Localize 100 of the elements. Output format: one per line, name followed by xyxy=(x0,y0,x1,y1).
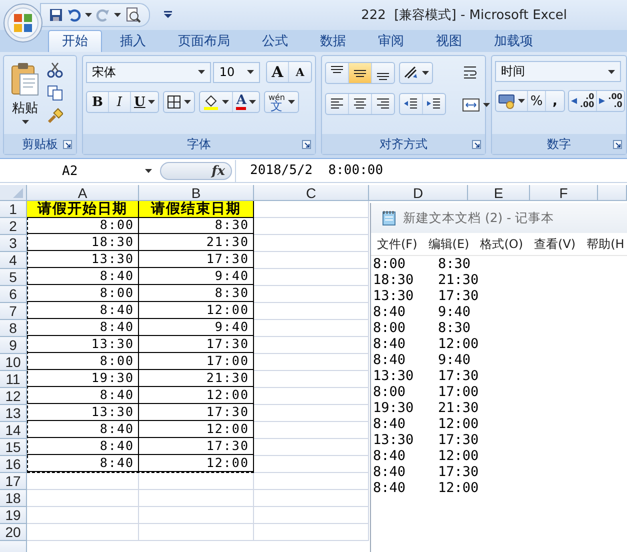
ribbon-tab[interactable]: 数据 xyxy=(306,30,360,52)
group-label: 对齐方式 xyxy=(380,136,428,152)
note-text: 17:00 xyxy=(438,384,479,400)
font-color-button[interactable]: A xyxy=(233,92,260,112)
name-box[interactable]: A2 xyxy=(0,160,160,182)
row-header[interactable]: 18 xyxy=(0,490,27,507)
table-cell: 17:30 xyxy=(139,336,254,353)
table-cell: 9:40 xyxy=(139,319,254,336)
note-text: 12:00 xyxy=(438,448,479,464)
row-header[interactable]: 12 xyxy=(0,388,27,405)
shrink-font-button[interactable]: A xyxy=(289,62,311,82)
table-cell: 8:00 xyxy=(27,285,139,302)
insert-function-button[interactable]: fx xyxy=(160,162,232,180)
row-header[interactable]: 2 xyxy=(0,218,27,235)
ribbon-tab[interactable]: 页面布局 xyxy=(164,30,244,52)
row-header[interactable]: 5 xyxy=(0,269,27,286)
comma-button[interactable]: , xyxy=(546,91,564,111)
column-header[interactable]: D xyxy=(369,185,468,201)
note-text: 8:00 xyxy=(373,256,407,272)
row-header[interactable]: 3 xyxy=(0,235,27,252)
note-text: 9:40 xyxy=(438,304,472,320)
decrease-decimal-button[interactable]: .00 .0 xyxy=(597,91,624,111)
table-cell: 12:00 xyxy=(139,455,254,472)
ribbon-tab[interactable]: 视图 xyxy=(422,30,476,52)
number-format-field[interactable]: 时间 xyxy=(495,61,621,82)
note-text: 8:40 xyxy=(373,352,407,368)
table-cell: 8:00 xyxy=(27,217,139,234)
note-text: 17:30 xyxy=(438,368,479,384)
formula-input[interactable]: 2018/5/2 8:00:00 xyxy=(235,160,627,182)
note-text: 8:40 xyxy=(373,448,407,464)
column-header[interactable]: B xyxy=(139,185,254,201)
note-text: 17:30 xyxy=(438,432,479,448)
column-header[interactable]: A xyxy=(27,185,139,201)
font-size-field[interactable]: 10 xyxy=(213,62,260,82)
table-cell: 13:30 xyxy=(27,404,139,421)
ribbon-tab[interactable]: 开始 xyxy=(48,30,102,52)
note-text: 8:30 xyxy=(438,256,472,272)
window-title: 222 [兼容模式] - Microsoft Excel xyxy=(361,7,567,24)
row-header[interactable]: 9 xyxy=(0,337,27,354)
note-text: 8:00 xyxy=(373,320,407,336)
phonetic-button[interactable]: wén 文 xyxy=(265,92,298,112)
note-text: 8:40 xyxy=(373,480,407,496)
row-header[interactable]: 19 xyxy=(0,507,27,524)
font-name-field[interactable]: 宋体 xyxy=(86,62,212,82)
row-header[interactable]: 15 xyxy=(0,439,27,456)
window-title: 新建文本文档 (2) - 记事本 xyxy=(403,210,554,226)
menu-item[interactable]: 编辑(E) xyxy=(422,236,474,252)
note-text: 12:00 xyxy=(438,480,479,496)
underline-button[interactable]: U xyxy=(131,92,158,112)
row-header[interactable]: 8 xyxy=(0,320,27,337)
note-text: 12:00 xyxy=(438,336,479,352)
table-cell: 8:30 xyxy=(139,285,254,302)
table-cell: 12:00 xyxy=(139,387,254,404)
bold-button[interactable]: B xyxy=(87,92,109,112)
row-header[interactable]: 1 xyxy=(0,201,27,218)
group-label: 剪贴板 xyxy=(22,136,58,152)
table-cell: 9:40 xyxy=(139,268,254,285)
table-cell: 21:30 xyxy=(139,370,254,387)
row-header[interactable]: 16 xyxy=(0,456,27,473)
table-cell: 19:30 xyxy=(27,370,139,387)
menu-item[interactable]: 格式(O) xyxy=(474,236,528,252)
note-text: 18:30 xyxy=(373,272,415,288)
table-cell: 8:40 xyxy=(27,319,139,336)
column-header[interactable]: F xyxy=(530,185,598,201)
column-header[interactable]: C xyxy=(254,185,369,201)
note-text: 8:40 xyxy=(373,416,407,432)
paste-button[interactable]: 粘贴 xyxy=(7,60,43,130)
table-cell: 12:00 xyxy=(139,421,254,438)
percent-button[interactable]: % xyxy=(528,91,546,111)
row-header[interactable]: 11 xyxy=(0,371,27,388)
ribbon-tab[interactable]: 审阅 xyxy=(364,30,418,52)
table-cell: 17:30 xyxy=(139,251,254,268)
note-text: 21:30 xyxy=(438,272,479,288)
note-text: 13:30 xyxy=(373,368,415,384)
table-cell: 请假结束日期 xyxy=(139,201,254,218)
ribbon-tab[interactable]: 公式 xyxy=(248,30,302,52)
row-header[interactable]: 4 xyxy=(0,252,27,269)
row-header[interactable]: 13 xyxy=(0,405,27,422)
row-header[interactable]: 7 xyxy=(0,303,27,320)
column-header[interactable]: E xyxy=(468,185,530,201)
note-text: 8:30 xyxy=(438,320,472,336)
note-text: 8:40 xyxy=(373,304,407,320)
menu-item[interactable]: 查看(V) xyxy=(528,236,581,252)
italic-button[interactable]: I xyxy=(109,92,131,112)
increase-decimal-button[interactable]: .0 .00 xyxy=(569,91,598,111)
table-cell: 17:30 xyxy=(139,438,254,455)
table-cell: 17:30 xyxy=(139,404,254,421)
row-header[interactable]: 10 xyxy=(0,354,27,371)
group-label: 数字 xyxy=(547,136,571,152)
note-text: 8:00 xyxy=(373,384,407,400)
menu-item[interactable]: 帮助(H xyxy=(580,236,627,252)
ribbon-tab[interactable]: 加载项 xyxy=(480,30,547,52)
menu-item[interactable]: 文件(F) xyxy=(371,236,422,252)
row-header[interactable]: 20 xyxy=(0,524,27,541)
row-header[interactable]: 17 xyxy=(0,473,27,490)
note-text: 8:40 xyxy=(373,336,407,352)
ribbon-tab[interactable]: 插入 xyxy=(106,30,160,52)
row-header[interactable]: 14 xyxy=(0,422,27,439)
grow-font-button[interactable]: A xyxy=(267,62,289,82)
row-header[interactable]: 6 xyxy=(0,286,27,303)
